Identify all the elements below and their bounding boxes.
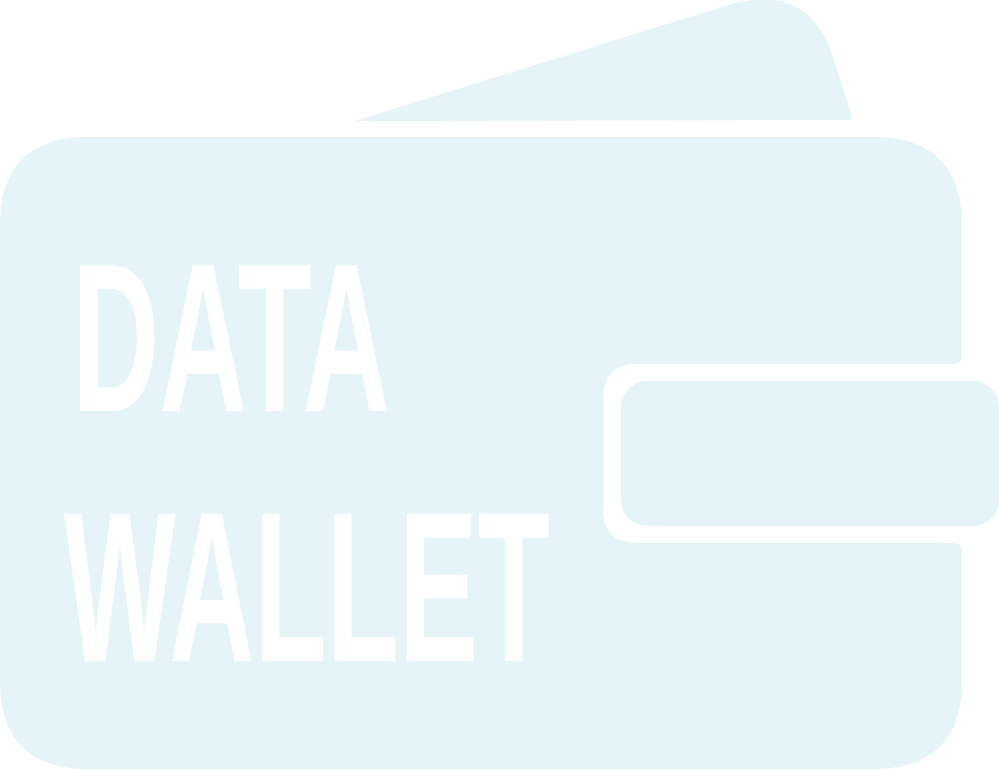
wallet-card-shape xyxy=(355,0,853,121)
data-wallet-logo: DATA WALLET xyxy=(0,0,999,769)
wallet-clasp-shape xyxy=(621,381,999,526)
logo-text-line-2: WALLET xyxy=(64,468,550,707)
logo-text-line-1: DATA xyxy=(72,219,390,456)
